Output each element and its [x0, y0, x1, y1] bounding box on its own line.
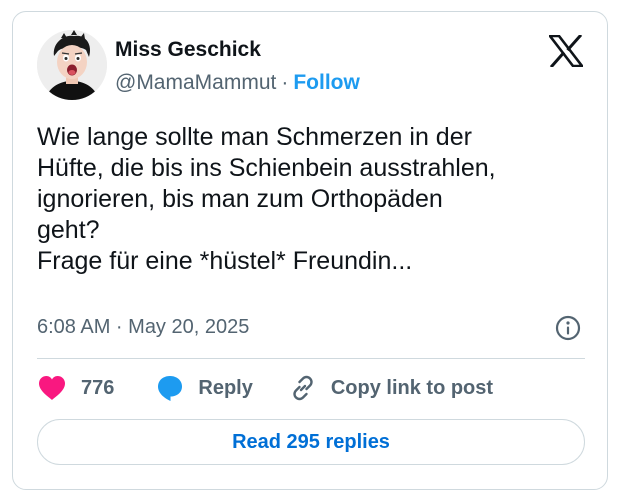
post-text-line: Frage für eine *hüstel* Freundin...	[37, 247, 413, 275]
separator-dot: ·	[281, 71, 289, 94]
post-text-line: geht?	[37, 216, 100, 244]
read-replies-button[interactable]: Read 295 replies	[37, 419, 585, 465]
post-text-line: ignorieren, bis man zum Orthopäden	[37, 185, 443, 213]
info-icon[interactable]	[554, 314, 582, 342]
display-name[interactable]: Miss Geschick	[115, 38, 261, 62]
post-text-line: Wie lange sollte man Schmerzen in der	[37, 123, 472, 151]
post-text-line: Hüfte, die bis ins Schienbein ausstrahle…	[37, 154, 496, 182]
post-timestamp[interactable]: 6:08 AM · May 20, 2025	[37, 316, 249, 339]
handle-row: @MamaMammut · Follow	[115, 71, 360, 95]
avatar[interactable]	[37, 30, 107, 100]
reply-label: Reply	[198, 376, 253, 399]
avatar-image	[37, 30, 107, 100]
action-bar: 776 Reply Copy link to post	[37, 370, 493, 406]
follow-button[interactable]: Follow	[293, 71, 360, 94]
copy-link-label: Copy link to post	[330, 376, 494, 399]
speech-bubble-icon	[158, 376, 183, 401]
link-icon	[293, 375, 313, 401]
post-card: Miss Geschick @MamaMammut · Follow Wie lan…	[12, 11, 608, 490]
x-logo-icon[interactable]	[547, 33, 585, 69]
like-count: 776	[81, 376, 115, 399]
heart-icon	[39, 376, 65, 400]
copy-link-button[interactable]: Copy link to post	[289, 374, 493, 402]
like-button[interactable]: 776	[37, 374, 114, 402]
user-handle[interactable]: @MamaMammut	[115, 71, 276, 94]
reply-button[interactable]: Reply	[156, 374, 253, 402]
divider	[37, 358, 585, 359]
post-text: Wie lange sollte man Schmerzen in der Hü…	[37, 122, 597, 277]
